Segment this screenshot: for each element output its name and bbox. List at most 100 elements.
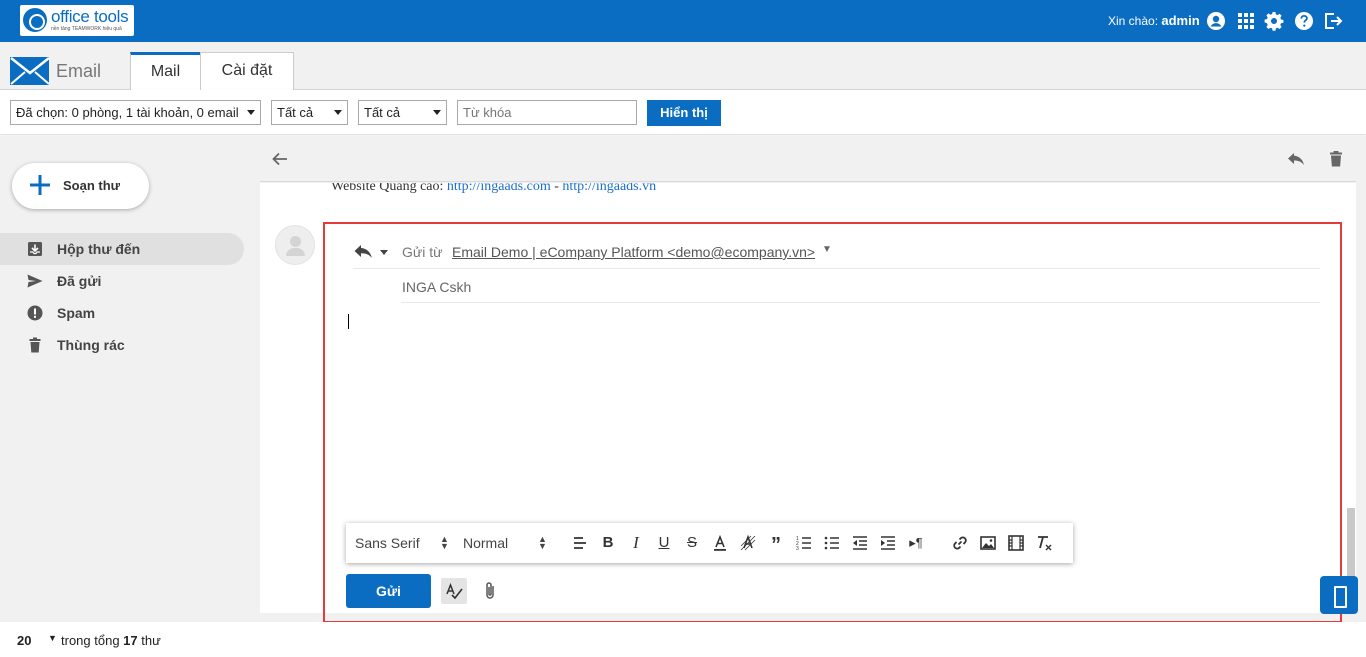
show-button[interactable]: Hiển thị xyxy=(647,100,721,126)
sidebar-item-label: Spam xyxy=(57,305,96,321)
from-caret-icon[interactable]: ▼ xyxy=(822,244,832,255)
greeting: Xin chào: admin xyxy=(1108,13,1200,28)
chevron-down-icon[interactable]: ▼ xyxy=(48,633,57,643)
previous-message-text: Website Quảng cáo: http://ingaads.com - … xyxy=(331,183,656,195)
sidebar-item-label: Đã gửi xyxy=(57,273,102,289)
previous-text-prefix: Website Quảng cáo: xyxy=(331,183,444,194)
trash-icon xyxy=(27,337,43,353)
delete-icon[interactable] xyxy=(1327,150,1345,168)
sidebar-item-inbox[interactable]: Hộp thư đến xyxy=(0,233,244,265)
chevron-down-icon xyxy=(247,110,255,115)
total-info: trong tổng 17 thư xyxy=(61,633,161,648)
background-color-icon[interactable] xyxy=(739,534,757,552)
logo-mark-icon xyxy=(23,8,47,32)
spam-icon xyxy=(27,305,43,321)
link-icon[interactable] xyxy=(951,534,969,552)
username: admin xyxy=(1161,13,1200,28)
logout-icon[interactable] xyxy=(1323,11,1343,31)
previous-link-2[interactable]: http://ingaads.vn xyxy=(562,183,656,194)
format-toolbar: Sans Serif ▲ ▼ Normal ▲ ▼ B I U S ” 123 ▸¶ xyxy=(346,523,1073,563)
video-icon[interactable] xyxy=(1007,534,1025,552)
inbox-icon xyxy=(27,241,43,257)
chevron-down-icon xyxy=(433,110,441,115)
previous-link-1[interactable]: http://ingaads.com xyxy=(447,183,551,194)
filter2-value: Tất cả xyxy=(364,105,401,120)
bullet-list-icon[interactable] xyxy=(823,534,841,552)
bold-icon[interactable]: B xyxy=(599,534,617,552)
reply-type-icon[interactable] xyxy=(353,242,373,260)
sidebar-item-spam[interactable]: Spam xyxy=(0,297,244,329)
sidebar-item-label: Hộp thư đến xyxy=(57,241,141,257)
recipient: INGA Cskh xyxy=(402,279,472,295)
gear-icon[interactable] xyxy=(1264,11,1284,31)
strikethrough-icon[interactable]: S xyxy=(683,534,701,552)
align-left-icon[interactable] xyxy=(571,534,589,552)
tab-settings[interactable]: Cài đặt xyxy=(200,52,294,91)
indent-icon[interactable] xyxy=(879,534,897,552)
chevron-down-icon xyxy=(334,110,342,115)
apps-grid-icon[interactable] xyxy=(1236,11,1256,31)
font-family-value: Sans Serif xyxy=(355,535,420,551)
from-account-select[interactable]: Email Demo | eCompany Platform <demo@eco… xyxy=(452,244,815,260)
back-arrow-icon[interactable] xyxy=(271,150,289,168)
office-tools-logo[interactable]: office tools nền tảng TEAMWORK hiệu quả xyxy=(20,5,134,36)
page-size-select[interactable]: 20 xyxy=(17,633,31,648)
sidebar: Soạn thư Hộp thư đến Đã gửi Spam Thùng r… xyxy=(0,136,260,622)
sidebar-item-label: Thùng rác xyxy=(57,337,125,353)
app-bar: Email Mail Cài đặt xyxy=(0,42,1366,91)
help-icon[interactable] xyxy=(1294,11,1314,31)
previous-separator: - xyxy=(554,183,559,194)
reply-type-caret-icon[interactable] xyxy=(380,250,388,255)
updown-icon: ▲ ▼ xyxy=(538,534,547,551)
from-label: Gửi từ xyxy=(402,244,443,260)
spellcheck-icon[interactable] xyxy=(441,578,467,604)
selection-dropdown[interactable]: Đã chọn: 0 phòng, 1 tài khoản, 0 email xyxy=(10,100,261,125)
filter1-dropdown[interactable]: Tất cả xyxy=(271,100,348,125)
email-envelope-icon xyxy=(10,56,50,86)
italic-icon[interactable]: I xyxy=(627,534,645,552)
tab-mail[interactable]: Mail xyxy=(130,52,201,91)
font-family-select[interactable]: Sans Serif ▲ ▼ xyxy=(355,535,449,552)
ordered-list-icon[interactable]: 123 xyxy=(795,534,813,552)
sender-avatar xyxy=(275,225,315,265)
plus-icon xyxy=(28,173,52,197)
top-header: office tools nền tảng TEAMWORK hiệu quả … xyxy=(0,0,1366,42)
reply-icon[interactable] xyxy=(1287,150,1305,168)
compose-label: Soạn thư xyxy=(63,178,121,193)
image-icon[interactable] xyxy=(979,534,997,552)
user-circle-icon[interactable] xyxy=(1206,11,1226,31)
logo-text: office tools xyxy=(51,7,129,26)
filter1-value: Tất cả xyxy=(277,105,314,120)
filter2-dropdown[interactable]: Tất cả xyxy=(358,100,447,125)
message-toolbar xyxy=(260,136,1356,182)
total-count: 17 xyxy=(123,633,138,648)
send-icon xyxy=(27,273,43,289)
text-cursor xyxy=(348,314,349,329)
tab-mail-label: Mail xyxy=(150,63,181,80)
clear-format-icon[interactable] xyxy=(1035,534,1053,552)
blockquote-icon[interactable]: ” xyxy=(767,534,785,556)
outdent-icon[interactable] xyxy=(851,534,869,552)
to-row[interactable]: INGA Cskh xyxy=(401,269,1320,303)
text-color-icon[interactable] xyxy=(711,534,729,552)
greeting-label: Xin chào: xyxy=(1108,14,1159,28)
sidebar-item-trash[interactable]: Thùng rác xyxy=(0,329,244,361)
updown-icon: ▲ ▼ xyxy=(440,534,449,551)
attachment-icon[interactable] xyxy=(481,581,499,601)
font-size-select[interactable]: Normal ▲ ▼ xyxy=(463,535,547,552)
sidebar-item-sent[interactable]: Đã gửi xyxy=(0,265,244,297)
compose-button[interactable]: Soạn thư xyxy=(12,163,149,209)
logo-subtext: nền tảng TEAMWORK hiệu quả xyxy=(51,26,122,32)
keyword-input[interactable] xyxy=(457,100,637,125)
send-button[interactable]: Gửi xyxy=(346,574,431,608)
selection-value: Đã chọn: 0 phòng, 1 tài khoản, 0 email xyxy=(16,105,239,120)
underline-icon[interactable]: U xyxy=(655,534,673,552)
total-suffix: thư xyxy=(141,633,161,648)
tab-settings-label: Cài đặt xyxy=(221,62,273,79)
floating-action-button[interactable] xyxy=(1320,576,1358,614)
from-row: Gửi từ Email Demo | eCompany Platform <d… xyxy=(353,240,1320,269)
pagination-footer: 20 ▼ trong tổng 17 thư xyxy=(0,622,1366,657)
svg-text:3: 3 xyxy=(796,546,799,552)
text-direction-icon[interactable]: ▸¶ xyxy=(907,534,925,552)
font-size-value: Normal xyxy=(463,535,509,551)
